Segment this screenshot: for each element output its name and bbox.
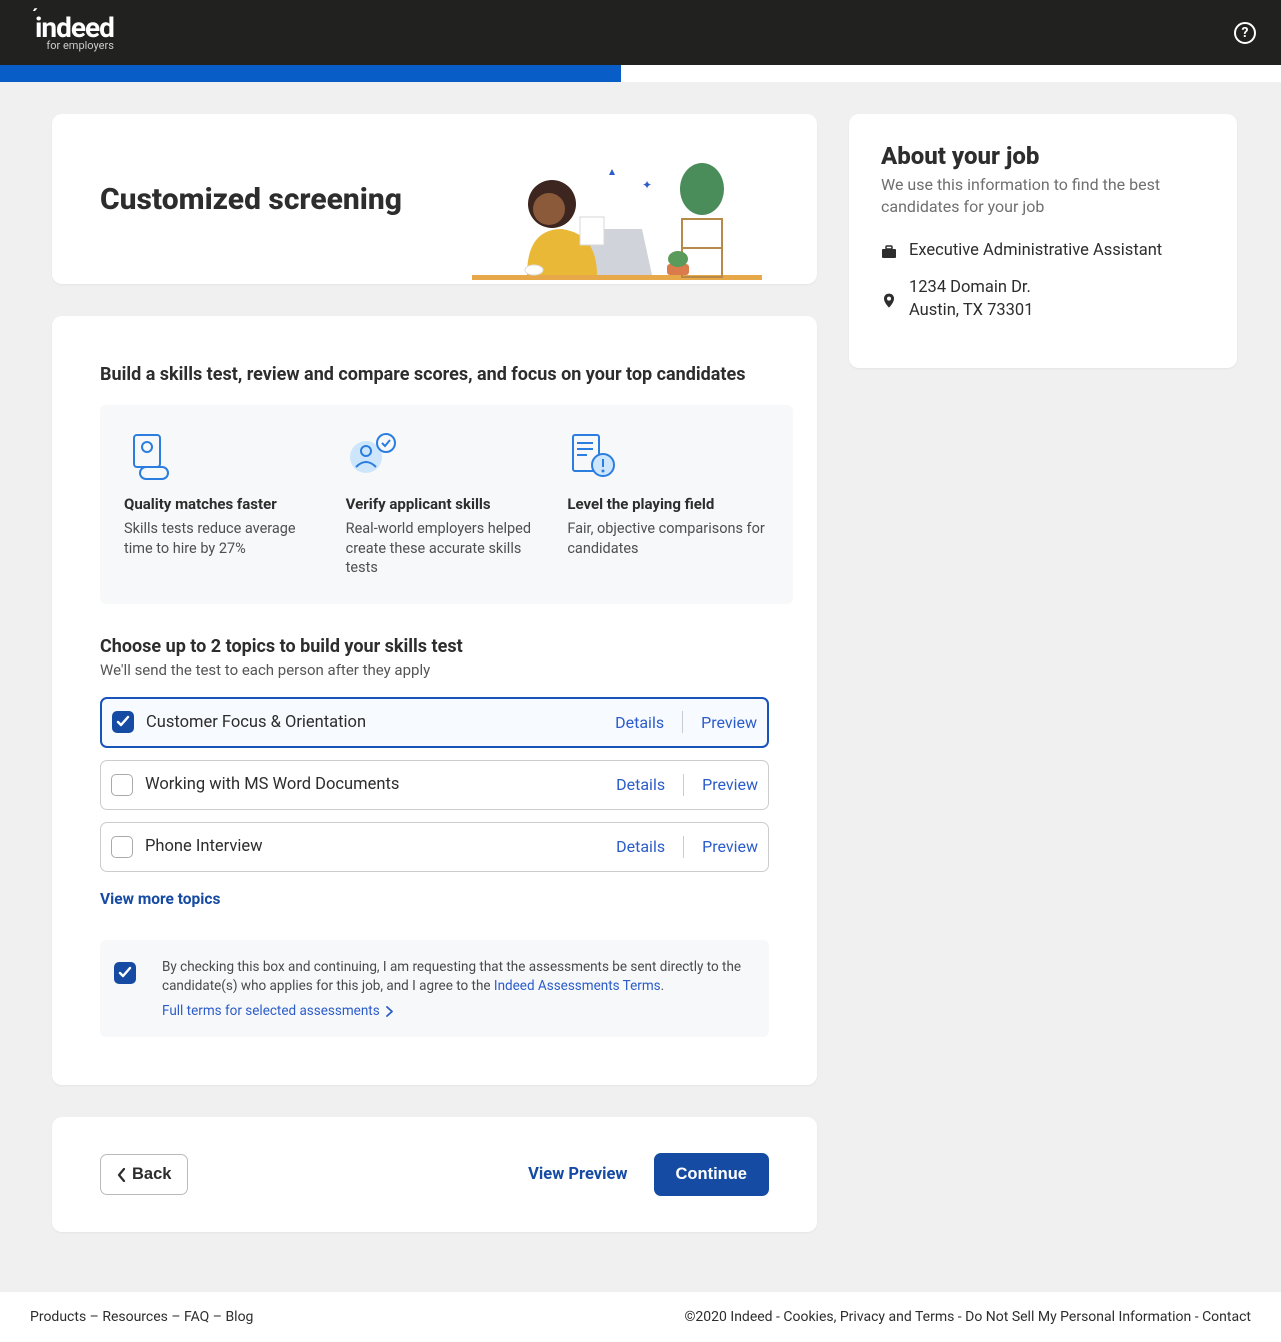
feature-title: Verify applicant skills	[346, 495, 548, 513]
divider	[682, 711, 683, 733]
topic-checkbox[interactable]	[111, 774, 133, 796]
topic-label: Phone Interview	[145, 837, 616, 856]
topic-checkbox[interactable]	[112, 711, 134, 733]
address-line2: Austin, TX 73301	[909, 299, 1033, 322]
continue-button[interactable]: Continue	[654, 1153, 770, 1196]
feature-desc: Fair, objective comparisons for candidat…	[567, 519, 769, 558]
about-location-row: 1234 Domain Dr. Austin, TX 73301	[881, 276, 1205, 322]
svg-text:✦: ✦	[642, 178, 652, 192]
check-icon	[118, 966, 132, 980]
consent-text: By checking this box and continuing, I a…	[162, 958, 749, 996]
main-card: Build a skills test, review and compare …	[52, 316, 817, 1085]
back-button[interactable]: Back	[100, 1154, 188, 1195]
feature-quality: Quality matches faster Skills tests redu…	[124, 431, 326, 578]
choose-title: Choose up to 2 topics to build your skil…	[100, 636, 769, 657]
job-title-text: Executive Administrative Assistant	[909, 239, 1162, 262]
footer-link-faq[interactable]: FAQ	[184, 1309, 209, 1325]
progress-fill	[0, 65, 621, 82]
footer-link-blog[interactable]: Blog	[225, 1309, 253, 1325]
choose-block: Choose up to 2 topics to build your skil…	[100, 636, 793, 1038]
footer-link-resources[interactable]: Resources	[102, 1309, 168, 1325]
footer-copyright: ©2020 Indeed -	[684, 1309, 783, 1325]
topic-preview-link[interactable]: Preview	[702, 775, 758, 794]
chevron-left-icon	[117, 1168, 126, 1182]
logo-main: indeed	[35, 14, 114, 42]
topic-details-link[interactable]: Details	[615, 713, 664, 732]
about-sub: We use this information to find the best…	[881, 174, 1205, 219]
footer-link-cookies[interactable]: Cookies, Privacy and Terms	[783, 1309, 954, 1325]
person-check-icon	[346, 431, 398, 483]
topic-preview-link[interactable]: Preview	[701, 713, 757, 732]
progress-bar	[0, 65, 1281, 82]
view-more-topics-link[interactable]: View more topics	[100, 890, 220, 908]
feature-level: Level the playing field Fair, objective …	[567, 431, 769, 578]
address-line1: 1234 Domain Dr.	[909, 276, 1033, 299]
section-title: Build a skills test, review and compare …	[100, 364, 793, 385]
help-icon[interactable]: ?	[1234, 22, 1256, 44]
topic-label: Working with MS Word Documents	[145, 775, 616, 794]
footer-left: Products – Resources – FAQ – Blog	[30, 1309, 253, 1325]
chevron-right-icon	[386, 1006, 393, 1017]
feature-verify: Verify applicant skills Real-world emplo…	[346, 431, 548, 578]
document-alert-icon	[567, 431, 619, 483]
location-pin-icon	[881, 279, 897, 322]
footer-link-donotsell[interactable]: Do Not Sell My Personal Information	[965, 1309, 1191, 1325]
topic-row[interactable]: Customer Focus & Orientation Details Pre…	[100, 697, 769, 748]
nav-card: Back View Preview Continue	[52, 1117, 817, 1232]
briefcase-icon	[881, 242, 897, 262]
back-label: Back	[132, 1165, 171, 1184]
feature-desc: Skills tests reduce average time to hire…	[124, 519, 326, 558]
topic-row[interactable]: Phone Interview Details Preview	[100, 822, 769, 872]
check-icon	[116, 715, 130, 729]
topic-checkbox[interactable]	[111, 836, 133, 858]
footer-right: ©2020 Indeed - Cookies, Privacy and Term…	[684, 1309, 1251, 1325]
topic-details-link[interactable]: Details	[616, 837, 665, 856]
features: Quality matches faster Skills tests redu…	[100, 405, 793, 604]
hero-illustration: ✦	[472, 149, 762, 284]
about-card: About your job We use this information t…	[849, 114, 1237, 368]
consent-text-2: .	[661, 978, 665, 994]
topic-row[interactable]: Working with MS Word Documents Details P…	[100, 760, 769, 810]
consent-box: By checking this box and continuing, I a…	[100, 940, 769, 1038]
full-terms-link[interactable]: Full terms for selected assessments	[162, 1003, 393, 1019]
feature-title: Quality matches faster	[124, 495, 326, 513]
logo[interactable]: indeed for employers	[35, 14, 114, 52]
hero-card: Customized screening ✦	[52, 114, 817, 284]
topic-label: Customer Focus & Orientation	[146, 713, 615, 732]
header: indeed for employers ?	[0, 0, 1281, 65]
footer: Products – Resources – FAQ – Blog ©2020 …	[0, 1292, 1281, 1342]
topic-preview-link[interactable]: Preview	[702, 837, 758, 856]
feature-title: Level the playing field	[567, 495, 769, 513]
assessments-terms-link[interactable]: Indeed Assessments Terms	[494, 978, 661, 994]
feature-desc: Real-world employers helped create these…	[346, 519, 548, 578]
footer-link-products[interactable]: Products	[30, 1309, 86, 1325]
divider	[683, 774, 684, 796]
consent-checkbox[interactable]	[114, 962, 136, 984]
full-terms-label: Full terms for selected assessments	[162, 1003, 380, 1019]
divider	[683, 836, 684, 858]
address-text: 1234 Domain Dr. Austin, TX 73301	[909, 276, 1033, 322]
about-title: About your job	[881, 142, 1205, 170]
topic-details-link[interactable]: Details	[616, 775, 665, 794]
choose-sub: We'll send the test to each person after…	[100, 661, 769, 679]
footer-link-contact[interactable]: Contact	[1202, 1309, 1251, 1325]
topics-list: Customer Focus & Orientation Details Pre…	[100, 697, 769, 872]
hero-title: Customized screening	[100, 182, 402, 217]
badge-icon	[124, 431, 176, 483]
view-preview-link[interactable]: View Preview	[528, 1165, 627, 1184]
about-job-row: Executive Administrative Assistant	[881, 239, 1205, 262]
